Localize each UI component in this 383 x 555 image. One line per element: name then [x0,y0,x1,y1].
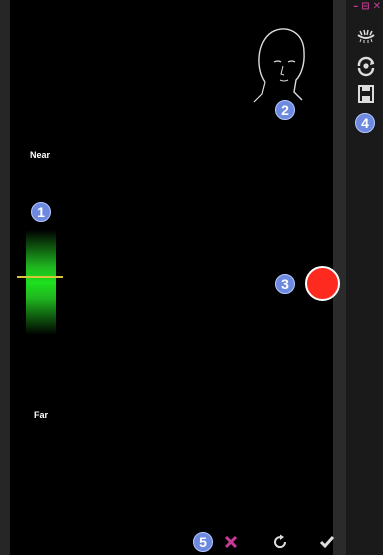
cancel-button[interactable] [219,531,243,553]
rotate-camera-icon [357,56,375,77]
confirm-button[interactable] [315,531,339,553]
close-button[interactable]: ✕ [373,1,381,12]
restore-button[interactable]: ⊟ [361,1,369,12]
left-gutter [0,0,10,555]
eye-lashes-icon [357,29,375,43]
depth-marker [17,276,63,278]
far-label: Far [34,410,49,420]
confirm-icon [319,536,335,549]
badge-2: 2 [275,100,295,120]
badge-1: 1 [31,202,51,222]
window-controls: – ⊟ ✕ [353,1,381,12]
badge-3: 3 [275,274,295,294]
save-icon [358,85,374,103]
depth-indicator[interactable] [26,230,56,335]
badge-5: 5 [193,532,213,552]
reset-button[interactable] [268,531,292,553]
minimize-button[interactable]: – [353,1,358,12]
near-label: Near [30,150,51,160]
eye-lashes-button[interactable] [355,26,377,48]
head-profile-icon[interactable] [250,22,310,106]
rotate-camera-button[interactable] [355,55,377,77]
save-button[interactable] [355,83,377,105]
record-button[interactable] [305,266,340,301]
cancel-icon [224,535,238,549]
reset-icon [274,534,287,549]
badge-4: 4 [355,113,375,133]
